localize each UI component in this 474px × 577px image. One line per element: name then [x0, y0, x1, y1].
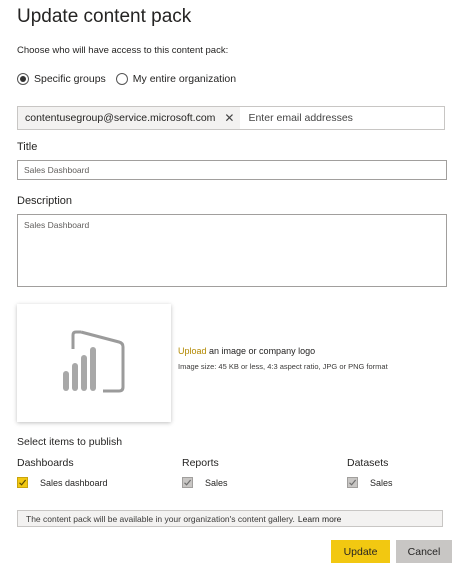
email-input[interactable]	[248, 108, 444, 128]
title-input[interactable]: Sales Dashboard	[17, 160, 447, 180]
checkbox-checked-icon[interactable]	[17, 477, 28, 488]
power-bi-logo-icon	[63, 330, 125, 393]
dialog-title: Update content pack	[17, 6, 192, 27]
report-item-label: Sales	[205, 477, 228, 488]
logo-preview[interactable]	[17, 304, 171, 422]
access-radio-group: Specific groups My entire organization	[17, 71, 246, 87]
report-item-sales: Sales	[182, 477, 228, 488]
radio-specific-groups[interactable]: Specific groups	[17, 73, 106, 85]
description-textarea[interactable]: Sales Dashboard	[17, 214, 447, 287]
update-button[interactable]: Update	[331, 540, 390, 563]
description-label: Description	[17, 195, 73, 207]
radio-unselected-icon[interactable]	[115, 73, 128, 85]
checkbox-disabled-icon	[182, 477, 193, 488]
recipients-field[interactable]: contentusegroup@service.microsoft.com ✕	[17, 106, 445, 130]
recipient-chip-label: contentusegroup@service.microsoft.com	[25, 112, 216, 124]
dataset-item-sales: Sales	[347, 477, 393, 488]
radio-label: Specific groups	[34, 73, 106, 85]
reports-heading: Reports	[182, 457, 219, 469]
learn-more-link[interactable]: Learn more	[298, 514, 341, 524]
radio-entire-organization[interactable]: My entire organization	[115, 73, 237, 85]
cancel-button[interactable]: Cancel	[396, 540, 452, 563]
access-prompt: Choose who will have access to this cont…	[17, 45, 229, 56]
upload-instruction: Upload an image or company logo	[178, 346, 315, 356]
upload-link[interactable]: Upload	[178, 346, 207, 356]
radio-selected-icon[interactable]	[17, 73, 29, 85]
dashboards-heading: Dashboards	[17, 457, 74, 469]
remove-chip-icon[interactable]: ✕	[224, 112, 234, 124]
info-banner: The content pack will be available in yo…	[17, 510, 443, 527]
dashboard-item-sales[interactable]: Sales dashboard	[17, 477, 108, 488]
checkbox-disabled-icon	[347, 477, 358, 488]
upload-rest-text: an image or company logo	[206, 346, 316, 356]
datasets-heading: Datasets	[347, 457, 389, 469]
dataset-item-label: Sales	[370, 477, 393, 488]
dashboard-item-label: Sales dashboard	[40, 477, 108, 488]
upload-hint: Image size: 45 KB or less, 4:3 aspect ra…	[178, 362, 388, 371]
recipient-chip: contentusegroup@service.microsoft.com ✕	[18, 107, 241, 129]
title-label: Title	[17, 141, 38, 153]
info-text: The content pack will be available in yo…	[26, 513, 295, 524]
publish-heading: Select items to publish	[17, 436, 123, 448]
radio-label: My entire organization	[132, 73, 237, 85]
